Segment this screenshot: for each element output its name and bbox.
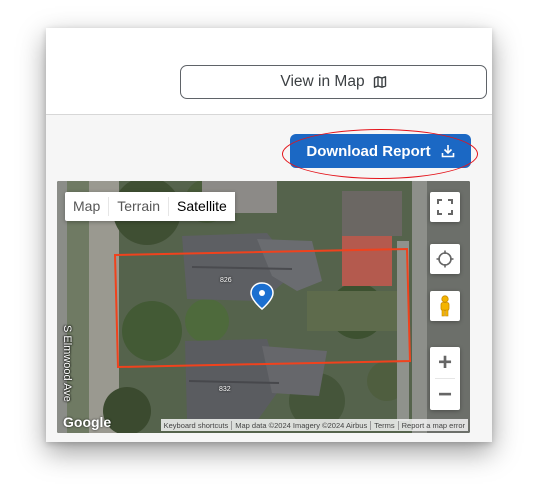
street-view-pegman-button[interactable] [430,291,460,321]
zoom-control: + − [430,347,460,410]
view-in-map-button[interactable]: View in Map [180,65,487,99]
house-number-label: 826 [220,277,232,284]
crosshair-icon [436,250,454,268]
house-number-label: 832 [219,386,231,393]
download-icon [441,144,455,158]
property-card: View in Map Download Report Map Terrain … [46,28,492,442]
card-header: View in Map [46,28,492,114]
my-location-button[interactable] [430,244,460,274]
keyboard-shortcuts-link[interactable]: Keyboard shortcuts [161,421,232,430]
map-type-terrain[interactable]: Terrain [109,192,168,221]
zoom-out-button[interactable]: − [430,379,460,410]
report-map-error-link[interactable]: Report a map error [399,421,468,430]
google-logo[interactable]: Google [63,414,111,430]
view-in-map-label: View in Map [280,73,365,90]
map-type-map[interactable]: Map [65,192,108,221]
map-data-text: Map data ©2024 Imagery ©2024 Airbus [235,420,368,430]
map-attribution: Keyboard shortcuts Map data ©2024 Imager… [160,419,468,431]
download-report-button[interactable]: Download Report [290,134,471,168]
map-type-control: Map Terrain Satellite [65,192,235,221]
satellite-map[interactable]: Map Terrain Satellite + − S Elmwood Ave … [57,181,470,433]
map-type-satellite[interactable]: Satellite [169,192,235,221]
terms-link[interactable]: Terms [371,421,397,430]
zoom-in-button[interactable]: + [430,347,460,378]
fullscreen-button[interactable] [430,192,460,222]
fullscreen-icon [437,199,453,215]
street-label: S Elmwood Ave [61,325,73,402]
map-icon [373,75,387,89]
pegman-icon [440,295,450,317]
download-report-label: Download Report [306,142,431,160]
